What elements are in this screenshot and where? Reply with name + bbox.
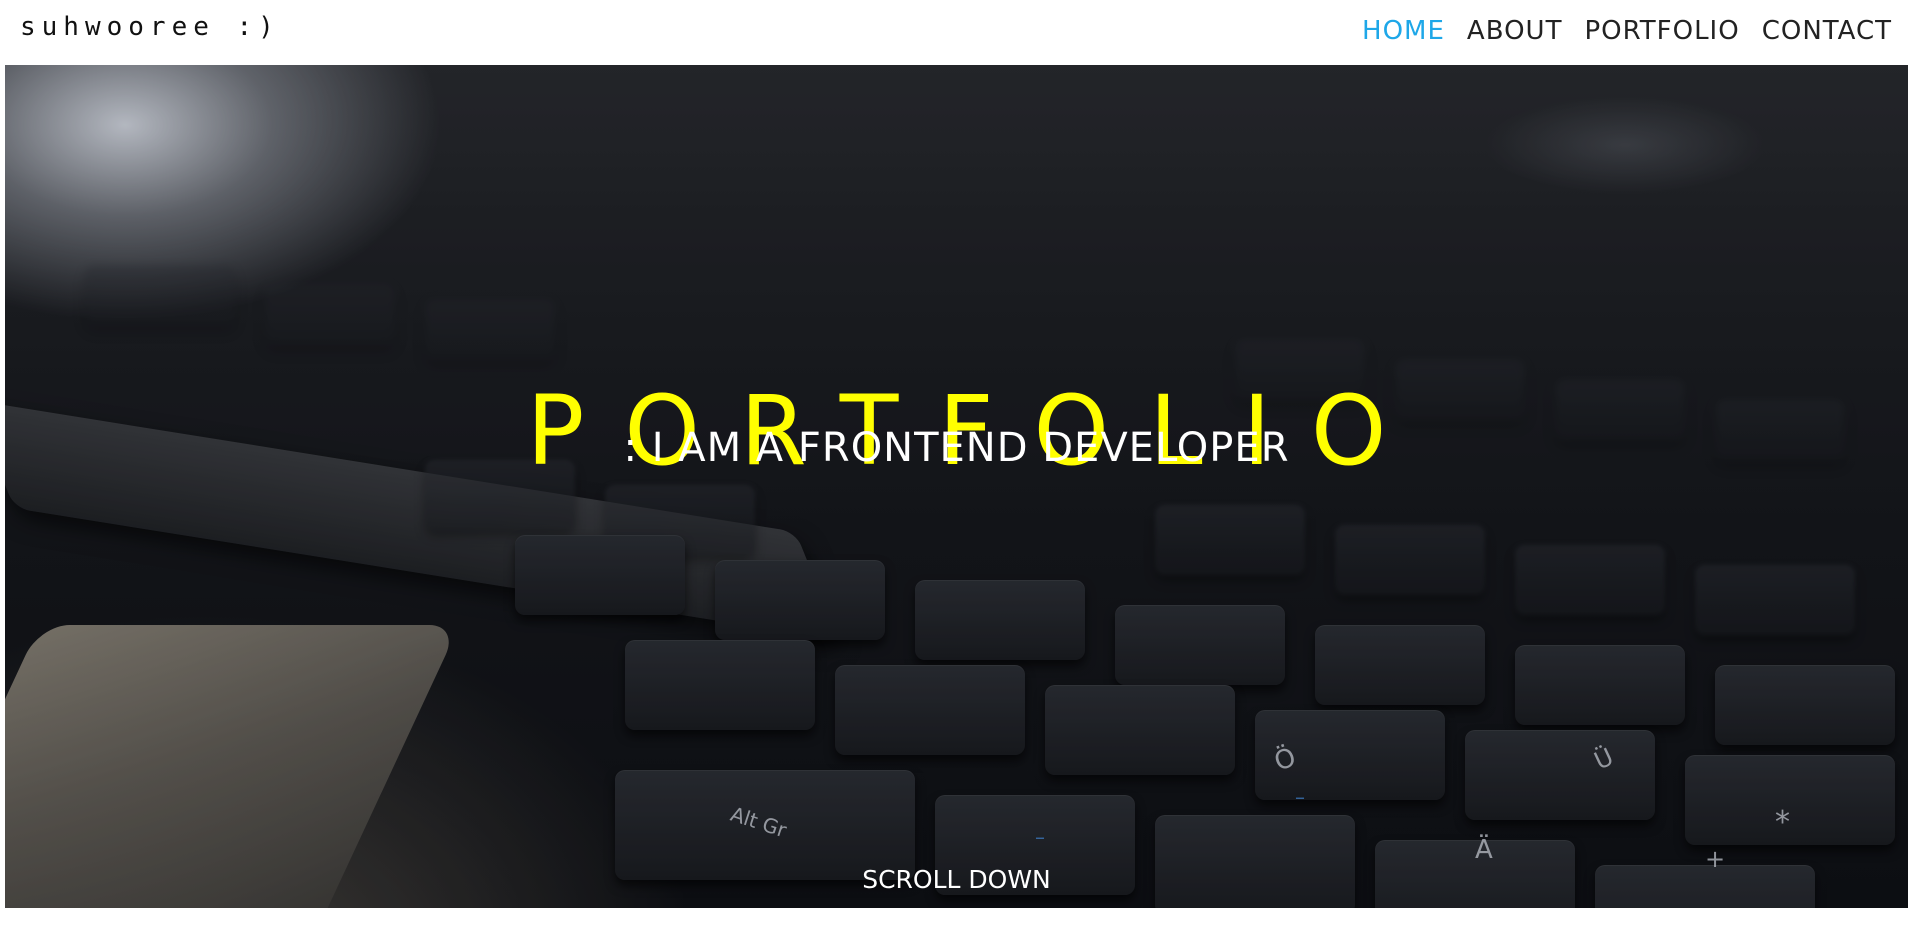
nav-item-home[interactable]: HOME: [1362, 16, 1445, 46]
scroll-down-link[interactable]: SCROLL DOWN: [5, 865, 1908, 894]
site-header: suhwooree :) HOME ABOUT PORTFOLIO CONTAC…: [0, 0, 1908, 64]
hero-section: Alt Gr Ö Ä * + – – Ü PORTFOLIO : I AM A …: [5, 65, 1908, 908]
nav-item-portfolio[interactable]: PORTFOLIO: [1584, 16, 1739, 46]
nav-item-contact[interactable]: CONTACT: [1762, 16, 1892, 46]
main-nav: HOME ABOUT PORTFOLIO CONTACT: [1362, 16, 1892, 46]
hero-subtitle: : I AM A FRONTEND DEVELOPER: [623, 425, 1290, 471]
site-logo[interactable]: suhwooree :): [20, 12, 280, 42]
nav-item-about[interactable]: ABOUT: [1467, 16, 1563, 46]
